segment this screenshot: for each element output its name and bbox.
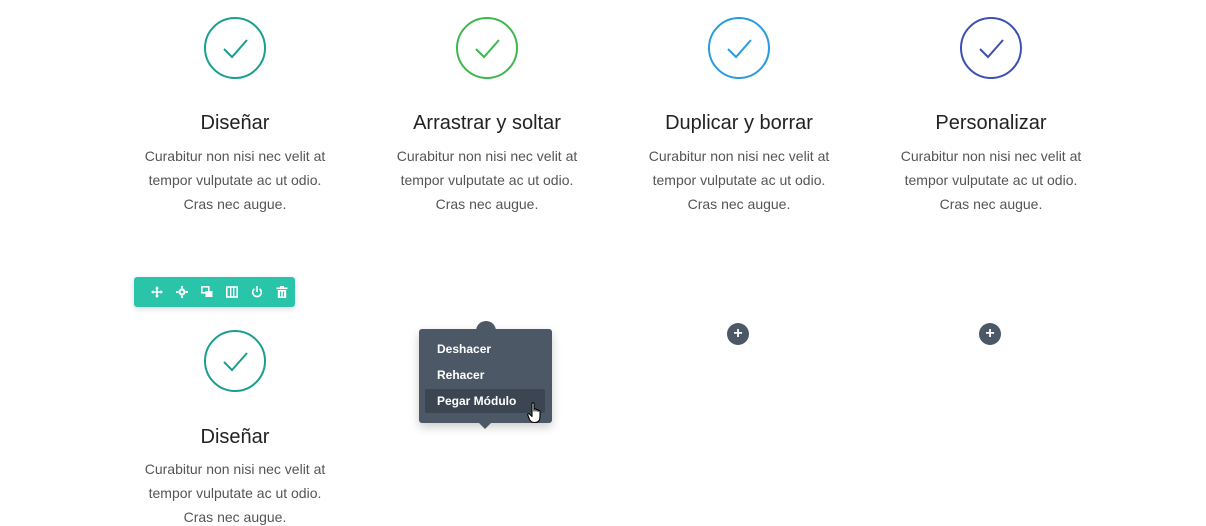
menu-arrow	[479, 423, 491, 429]
power-icon[interactable]	[244, 277, 269, 307]
check-circle-icon	[204, 330, 266, 392]
add-module-button[interactable]: +	[979, 323, 1001, 345]
duplicate-icon[interactable]	[194, 277, 219, 307]
hand-cursor-icon	[527, 402, 543, 429]
blurb-title: Diseñar	[200, 426, 270, 448]
module-toolbar	[134, 277, 295, 307]
blurb-title: Arrastrar y soltar	[413, 112, 561, 134]
blurb-body: Curabitur non nisi nec velit at tempor v…	[144, 461, 326, 525]
blurb-design-selected[interactable]: Diseñar Curabitur non nisi nec velit at …	[135, 330, 335, 526]
blurb-title: Personalizar	[935, 112, 1047, 134]
blurb-body: Curabitur non nisi nec velit at tempor v…	[900, 148, 1082, 212]
blurb-title: Duplicar y borrar	[665, 112, 813, 134]
blurb-customize: Personalizar Curabitur non nisi nec veli…	[891, 17, 1091, 217]
blurb-design: Diseñar Curabitur non nisi nec velit at …	[135, 17, 335, 217]
blurb-drag-drop: Arrastrar y soltar Curabitur non nisi ne…	[387, 17, 587, 217]
trash-icon[interactable]	[269, 277, 294, 307]
blurb-duplicate-delete: Duplicar y borrar Curabitur non nisi nec…	[639, 17, 839, 217]
add-module-button[interactable]: +	[727, 323, 749, 345]
blurb-body: Curabitur non nisi nec velit at tempor v…	[396, 148, 578, 212]
menu-item-redo[interactable]: Rehacer	[425, 363, 545, 387]
menu-notch	[476, 321, 496, 333]
check-circle-icon	[960, 17, 1022, 79]
check-circle-icon	[708, 17, 770, 79]
move-icon[interactable]	[144, 277, 169, 307]
check-circle-icon	[204, 17, 266, 79]
check-circle-icon	[456, 17, 518, 79]
blurb-body: Curabitur non nisi nec velit at tempor v…	[648, 148, 830, 212]
blurb-body: Curabitur non nisi nec velit at tempor v…	[144, 148, 326, 212]
settings-icon[interactable]	[169, 277, 194, 307]
menu-item-undo[interactable]: Deshacer	[425, 337, 545, 361]
columns-icon[interactable]	[219, 277, 244, 307]
blurb-title: Diseñar	[200, 112, 270, 134]
